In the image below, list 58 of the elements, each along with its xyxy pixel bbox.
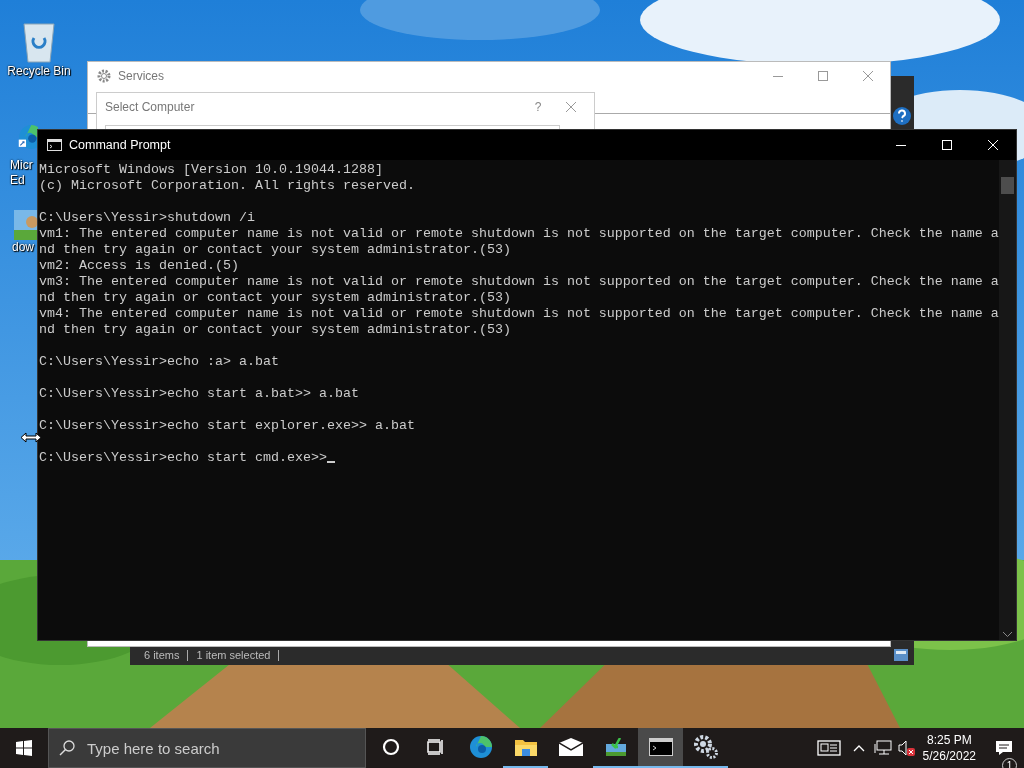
taskbar-button[interactable] — [638, 728, 683, 768]
console-line: nd then try again or contact your system administrator.(53) — [39, 290, 511, 306]
muted-speaker-icon[interactable] — [897, 740, 916, 756]
console-line: nd then try again or contact your system administrator.(53) — [39, 322, 511, 338]
recycle-bin-icon[interactable] — [22, 20, 56, 64]
clock[interactable]: 8:25 PM 5/26/2022 — [922, 732, 976, 764]
icon-label: dow — [12, 240, 34, 255]
icon-label: Ed — [10, 173, 25, 188]
scrollbar-thumb[interactable] — [1001, 177, 1014, 194]
minimize-icon — [772, 75, 783, 77]
view-icon[interactable] — [894, 649, 908, 661]
terminal-icon — [47, 139, 62, 151]
network-icon[interactable] — [873, 740, 892, 756]
help-icon[interactable] — [892, 106, 912, 126]
task-view-icon — [426, 739, 445, 755]
console-line: vm4: The entered computer name is not valid or remote shutdown is not supported on the target computer. Check the name a — [39, 306, 999, 322]
console-line: C:\Users\Yessir>echo start cmd.exe>> — [39, 450, 327, 465]
terminal-icon — [648, 738, 673, 756]
envelope-icon — [558, 738, 583, 756]
close-icon — [862, 71, 873, 81]
scroll-down-icon[interactable] — [1003, 632, 1012, 637]
window-title: Services — [118, 69, 164, 83]
windows-logo-icon — [16, 740, 32, 756]
icon-label: Recycle Bin — [7, 64, 71, 79]
picture-arrow-icon — [605, 738, 626, 756]
maximize-icon — [817, 71, 828, 81]
console-line: C:\Users\Yessir>echo :a> a.bat — [39, 354, 279, 370]
scrollbar[interactable] — [999, 160, 1016, 640]
search-field[interactable]: Type here to search — [48, 728, 366, 768]
minimize-icon — [896, 144, 906, 146]
gear-icon — [96, 68, 112, 84]
icon-label: Micr — [10, 158, 33, 173]
console-line: C:\Users\Yessir>shutdown /i — [39, 210, 255, 226]
edge-icon — [468, 735, 493, 759]
console-line: nd then try again or contact your system administrator.(53) — [39, 242, 511, 258]
image-file-icon[interactable] — [14, 210, 38, 240]
gear-icon — [692, 734, 719, 760]
console-line: (c) Microsoft Corporation. All rights reserved. — [39, 178, 415, 194]
circle-icon — [381, 738, 400, 756]
window-title: Command Prompt — [69, 138, 171, 152]
close-icon — [988, 140, 998, 150]
close-icon — [566, 102, 576, 112]
console-line: C:\Users\Yessir>echo start a.bat>> a.bat — [39, 386, 359, 402]
help-button[interactable]: ? — [528, 100, 548, 114]
folder-icon — [514, 738, 537, 756]
console-line: vm3: The entered computer name is not valid or remote shutdown is not supported on the target computer. Check the name a — [39, 274, 999, 290]
console-line: vm2: Access is denied.(5) — [39, 258, 239, 274]
news-icon[interactable] — [816, 740, 841, 756]
status-text: 6 items — [144, 649, 180, 661]
chevron-up-icon[interactable] — [852, 744, 865, 752]
console-line: vm1: The entered computer name is not valid or remote shutdown is not supported on the target computer. Check the name a — [39, 226, 999, 242]
search-icon — [59, 740, 75, 756]
console-line: Microsoft Windows [Version 10.0.19044.1288] — [39, 162, 383, 178]
maximize-icon — [942, 140, 952, 150]
chat-icon — [995, 740, 1013, 756]
console-line: C:\Users\Yessir>echo start explorer.exe>> a.bat — [39, 418, 415, 434]
status-text: 1 item selected — [196, 649, 271, 661]
dialog-title: Select Computer — [105, 100, 195, 114]
